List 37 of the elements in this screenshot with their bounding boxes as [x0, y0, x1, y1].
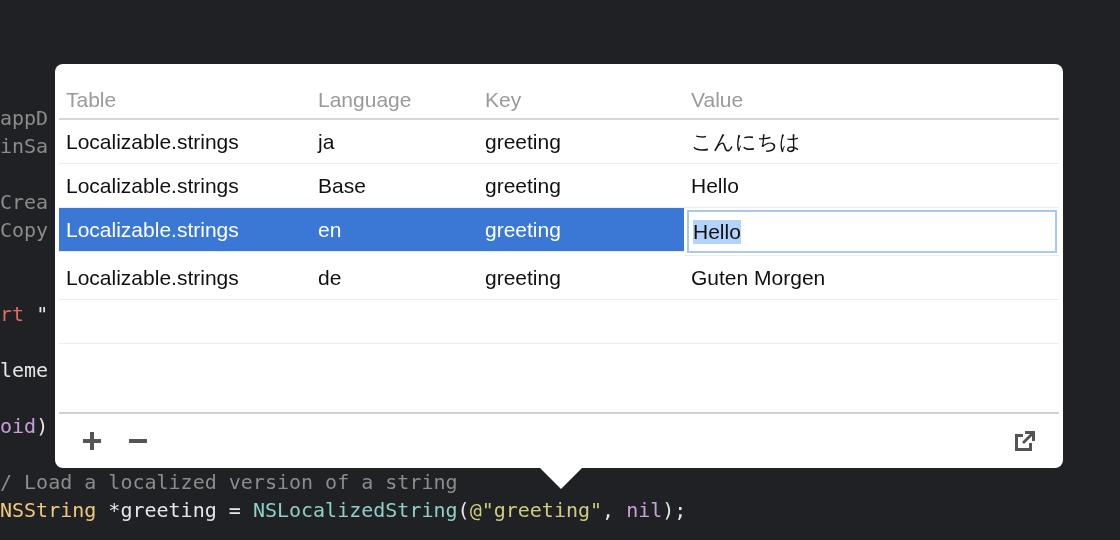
table-cell: Guten Morgen — [684, 256, 1059, 300]
code-text: *greeting = — [107, 497, 242, 524]
code-text: nil — [626, 497, 663, 524]
table-cell: Localizable.strings — [59, 256, 311, 300]
column-header[interactable]: Key — [478, 82, 684, 120]
code-text: ( — [457, 497, 470, 524]
code-text: NSLocalizedString — [252, 497, 458, 524]
code-text: rt — [0, 301, 25, 328]
code-text: Crea — [0, 189, 49, 216]
code-text: inSa — [0, 133, 49, 160]
code-text: " — [35, 301, 49, 328]
code-text: oid — [0, 413, 37, 440]
table-cell: greeting — [478, 256, 684, 300]
code-text: , — [602, 497, 616, 524]
code-text: ); — [662, 497, 687, 524]
table-cell: de — [311, 256, 478, 300]
code-text: / Load a localized version of a string — [0, 469, 458, 496]
code-text: appD — [0, 105, 49, 132]
open-external-icon[interactable] — [1013, 429, 1037, 453]
code-text: Copy — [0, 217, 49, 244]
table-cell: greeting — [478, 120, 684, 164]
table-cell: Localizable.strings — [59, 120, 311, 164]
table-cell: en — [311, 208, 478, 252]
table-cell: greeting — [478, 208, 684, 252]
code-text: NSString — [0, 497, 97, 524]
table-cell: こんにちは — [684, 120, 1059, 164]
code-text: leme — [0, 357, 49, 384]
table-cell: ja — [311, 120, 478, 164]
value-input-field[interactable]: Hello — [687, 210, 1057, 253]
code-text: @"greeting" — [469, 497, 603, 524]
column-header[interactable]: Language — [311, 82, 478, 120]
add-icon[interactable] — [83, 432, 101, 450]
column-header[interactable]: Value — [684, 82, 1059, 120]
table-cell: Localizable.strings — [59, 208, 311, 252]
column-header[interactable]: Table — [59, 82, 311, 120]
table-cell: Hello — [684, 164, 1059, 208]
code-text: ) — [36, 413, 49, 440]
